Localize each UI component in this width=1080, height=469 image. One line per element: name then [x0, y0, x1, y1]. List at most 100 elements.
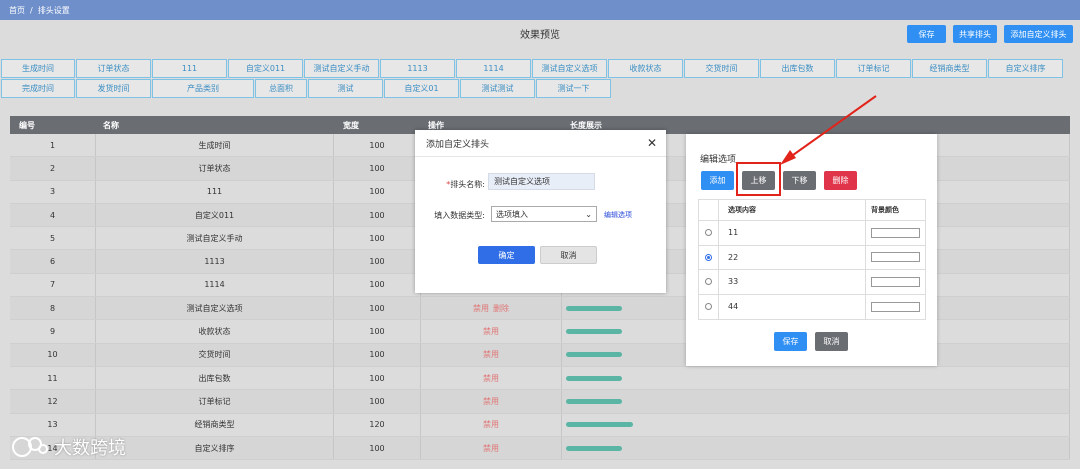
row-width: 100 — [334, 250, 421, 273]
row-number: 6 — [10, 250, 96, 273]
row-width: 100 — [334, 157, 421, 180]
dialog-title: 添加自定义排头 — [426, 139, 490, 150]
option-content[interactable]: 33 — [719, 270, 866, 294]
header-name-input[interactable]: 测试自定义选项 — [488, 173, 595, 190]
length-bar[interactable] — [566, 398, 622, 404]
preview-header-cell[interactable]: 111 — [152, 59, 227, 78]
preview-header-row-1: 生成时间 订单状态 111 自定义011 测试自定义手动 1113 1114 测试自定义选项收… — [1, 59, 1064, 78]
preview-header-cell[interactable]: 1114 — [456, 59, 531, 78]
table-row: 14 自定义排序 100 禁用 — [10, 436, 1070, 461]
share-header-button[interactable]: 共享排头 — [953, 25, 997, 43]
row-length-bar — [562, 436, 1070, 460]
row-width: 100 — [334, 134, 421, 157]
preview-header-row-2: 完成时间 发货时间 产品类别 总面积 测试 自定义01 测试测试 测试一下 — [1, 79, 612, 98]
row-length-bar — [562, 390, 1070, 413]
preview-header-cell[interactable]: 完成时间 — [1, 79, 75, 98]
col-width: 宽度 — [343, 121, 359, 130]
disable-link[interactable]: 禁用 — [473, 303, 489, 314]
add-option-button[interactable]: 添加 — [701, 171, 734, 190]
save-button[interactable]: 保存 — [907, 25, 946, 43]
preview-header-cell[interactable]: 自定义排序 — [988, 59, 1063, 78]
length-bar[interactable] — [566, 305, 622, 311]
preview-header-cell[interactable]: 自定义011 — [228, 59, 303, 78]
data-type-select[interactable]: 选项填入 ⌄ — [491, 206, 597, 222]
disable-link[interactable]: 禁用 — [483, 326, 499, 337]
background-color-input[interactable] — [871, 252, 920, 263]
add-custom-header-button[interactable]: 添加自定义排头 — [1004, 25, 1073, 43]
background-color-input[interactable] — [871, 227, 920, 238]
option-radio[interactable] — [705, 303, 712, 311]
option-content[interactable]: 11 — [719, 221, 866, 245]
row-number: 3 — [10, 180, 96, 203]
option-radio[interactable] — [705, 278, 712, 286]
row-actions: 禁用 — [421, 390, 562, 413]
chevron-down-icon: ⌄ — [585, 209, 592, 219]
breadcrumb-home[interactable]: 首页 — [9, 5, 25, 16]
row-number: 10 — [10, 343, 96, 366]
save-options-button[interactable]: 保存 — [774, 332, 807, 351]
length-bar[interactable] — [566, 352, 622, 358]
row-actions: 禁用 — [421, 413, 562, 436]
delete-link[interactable]: 删除 — [493, 303, 509, 314]
preview-header-cell[interactable]: 生成时间 — [1, 59, 75, 78]
disable-link[interactable]: 禁用 — [483, 443, 499, 454]
row-name: 自定义011 — [96, 203, 334, 227]
option-row: 44 — [699, 294, 925, 319]
dialog-header: 添加自定义排头 ✕ — [415, 130, 666, 157]
disable-link[interactable]: 禁用 — [483, 419, 499, 430]
row-width: 100 — [334, 203, 421, 227]
preview-header-cell[interactable]: 自定义01 — [384, 79, 459, 98]
row-actions: 禁用 — [421, 366, 562, 390]
length-bar[interactable] — [566, 329, 622, 335]
length-bar[interactable] — [566, 445, 622, 451]
preview-header-cell[interactable]: 测试自定义手动 — [304, 59, 379, 78]
option-radio[interactable] — [705, 253, 712, 261]
row-number: 5 — [10, 227, 96, 250]
disable-link[interactable]: 禁用 — [483, 349, 499, 360]
option-content[interactable]: 22 — [719, 245, 866, 269]
row-number: 4 — [10, 203, 96, 227]
preview-header-cell[interactable]: 产品类别 — [152, 79, 254, 98]
breadcrumb-separator: / — [30, 5, 33, 15]
row-length-bar — [562, 413, 1070, 436]
panel-title: 编辑选项 — [700, 155, 737, 165]
disable-link[interactable]: 禁用 — [483, 373, 499, 384]
preview-header-cell[interactable]: 1113 — [380, 59, 455, 78]
confirm-button[interactable]: 确定 — [478, 246, 535, 264]
row-name: 订单标记 — [96, 390, 334, 413]
close-icon[interactable]: ✕ — [647, 136, 657, 150]
preview-header-cell[interactable]: 测试 — [308, 79, 383, 98]
preview-header-cell[interactable]: 总面积 — [255, 79, 307, 98]
row-name: 测试自定义选项 — [96, 297, 334, 320]
row-name: 订单状态 — [96, 157, 334, 180]
move-down-button[interactable]: 下移 — [783, 171, 816, 190]
row-length-bar — [562, 366, 1070, 390]
preview-header-cell[interactable]: 订单状态 — [76, 59, 151, 78]
preview-header-cell[interactable]: 交货时间 — [684, 59, 759, 78]
length-bar[interactable] — [566, 422, 634, 428]
preview-header-cell[interactable]: 测试一下 — [536, 79, 611, 98]
table-row: 12 订单标记 100 禁用 — [10, 390, 1070, 414]
table-row: 11 出库包数 100 禁用 — [10, 366, 1070, 391]
cancel-button[interactable]: 取消 — [540, 246, 597, 264]
row-width: 100 — [334, 390, 421, 413]
cancel-options-button[interactable]: 取消 — [815, 332, 848, 351]
preview-header-cell[interactable]: 收款状态 — [608, 59, 683, 78]
edit-options-link[interactable]: 编辑选项 — [604, 210, 632, 220]
background-color-input[interactable] — [871, 301, 920, 312]
preview-header-cell[interactable]: 订单标记 — [836, 59, 911, 78]
preview-header-cell[interactable]: 发货时间 — [76, 79, 151, 98]
preview-header-cell[interactable]: 出库包数 — [760, 59, 835, 78]
background-color-input[interactable] — [871, 276, 920, 287]
row-number: 9 — [10, 320, 96, 343]
option-content[interactable]: 44 — [719, 294, 866, 319]
length-bar[interactable] — [566, 375, 622, 381]
option-radio[interactable] — [705, 229, 712, 237]
preview-header-cell[interactable]: 经销商类型 — [912, 59, 987, 78]
disable-link[interactable]: 禁用 — [483, 396, 499, 407]
preview-header-cell[interactable]: 测试自定义选项 — [532, 59, 607, 78]
preview-header-cell[interactable]: 测试测试 — [460, 79, 535, 98]
delete-option-button[interactable]: 删除 — [824, 171, 857, 190]
options-table-header: 选项内容 背景颜色 — [699, 200, 925, 221]
row-number: 8 — [10, 297, 96, 320]
